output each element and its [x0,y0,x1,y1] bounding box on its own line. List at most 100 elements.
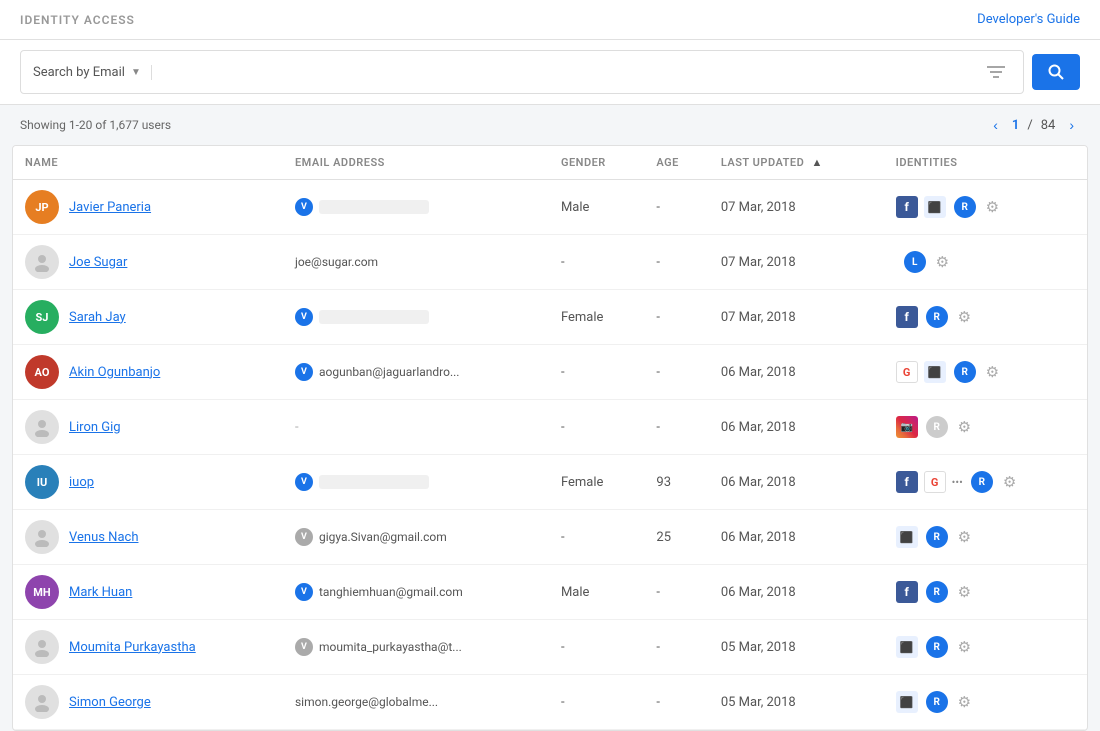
email-cell: - [283,400,549,455]
email-provider-badge: V [295,638,313,656]
role-badge: R [954,196,976,218]
user-icon [32,527,52,547]
role-badge: R [954,361,976,383]
user-name-cell: IU iuop [13,455,283,510]
user-name-link[interactable]: Akin Ogunbanjo [69,365,160,380]
prev-page-button[interactable]: ‹ [987,115,1004,135]
email-text: moumita_purkayastha@t... [319,640,462,654]
age-cell: - [644,180,708,235]
settings-button[interactable]: ⚙ [956,691,973,713]
fb-icon: f [896,581,918,603]
instagram-icon: 📷 [896,416,918,438]
user-name-cell: Simon George [13,675,283,730]
date-cell: 06 Mar, 2018 [709,510,884,565]
date-cell: 05 Mar, 2018 [709,675,884,730]
settings-button[interactable]: ⚙ [956,526,973,548]
user-icon [32,252,52,272]
email-redacted [319,200,429,214]
role-badge: R [926,526,948,548]
identities-cell: G⬛ R ⚙ [884,345,1087,400]
settings-button[interactable]: ⚙ [934,251,951,273]
age-cell: - [644,565,708,620]
table-row: AO Akin Ogunbanjo Vaogunban@jaguarlandro… [13,345,1087,400]
user-icon [32,637,52,657]
age-cell: - [644,620,708,675]
browser-icon: ⬛ [924,196,946,218]
age-cell: - [644,290,708,345]
date-cell: 07 Mar, 2018 [709,235,884,290]
fb-icon: f [896,306,918,328]
settings-button[interactable]: ⚙ [956,636,973,658]
col-email: EMAIL ADDRESS [283,146,549,180]
table-row: JP Javier Paneria V Male - 07 Mar, 2018 … [13,180,1087,235]
col-gender: GENDER [549,146,644,180]
user-name-cell: JP Javier Paneria [13,180,283,235]
user-name-link[interactable]: iuop [69,475,94,490]
user-name-cell: Venus Nach [13,510,283,565]
gender-cell: - [549,235,644,290]
next-page-button[interactable]: › [1063,115,1080,135]
search-type-label: Search by Email [33,65,125,80]
avatar [25,245,59,279]
page-separator: / [1027,118,1032,133]
search-input[interactable] [164,65,973,80]
email-cell: V [283,455,549,510]
email-provider-badge: V [295,363,313,381]
avatar: SJ [25,300,59,334]
identities-cell: f R ⚙ [884,565,1087,620]
user-name-link[interactable]: Joe Sugar [69,255,127,270]
identities-cell: ⬛ R ⚙ [884,620,1087,675]
table-row: Moumita Purkayastha Vmoumita_purkayastha… [13,620,1087,675]
user-name-cell: SJ Sarah Jay [13,290,283,345]
role-badge: R [971,471,993,493]
user-name-link[interactable]: Mark Huan [69,585,132,600]
email-redacted [319,310,429,324]
col-last-updated[interactable]: LAST UPDATED ▲ [709,146,884,180]
pagination: ‹ 1 / 84 › [987,115,1080,135]
filter-button[interactable] [981,59,1011,85]
identities-cell: f ⬛ R ⚙ [884,180,1087,235]
search-button[interactable] [1032,54,1080,90]
browser-icon: ⬛ [896,636,918,658]
settings-button[interactable]: ⚙ [1001,471,1018,493]
gender-cell: - [549,675,644,730]
settings-button[interactable]: ⚙ [956,581,973,603]
identities-cell: fG••• R ⚙ [884,455,1087,510]
gender-cell: - [549,345,644,400]
more-identities-icon: ••• [952,476,963,489]
user-name-link[interactable]: Javier Paneria [69,200,151,215]
settings-button[interactable]: ⚙ [984,361,1001,383]
fb-icon: f [896,196,918,218]
user-name-link[interactable]: Venus Nach [69,530,138,545]
role-badge: R [926,306,948,328]
settings-button[interactable]: ⚙ [984,196,1001,218]
identities-cell: 📷 R ⚙ [884,400,1087,455]
table-header: NAME EMAIL ADDRESS GENDER AGE LAST UPDAT… [13,146,1087,180]
email-cell: simon.george@globalme... [283,675,549,730]
avatar [25,630,59,664]
avatar [25,520,59,554]
search-icon [1048,64,1064,80]
date-cell: 06 Mar, 2018 [709,400,884,455]
avatar [25,685,59,719]
settings-button[interactable]: ⚙ [956,416,973,438]
user-name-link[interactable]: Sarah Jay [69,310,126,325]
dev-guide-link[interactable]: Developer's Guide [977,12,1080,27]
email-dash: - [295,420,299,435]
email-redacted [319,475,429,489]
info-bar: Showing 1-20 of 1,677 users ‹ 1 / 84 › [0,105,1100,145]
showing-text: Showing 1-20 of 1,677 users [20,118,171,132]
gender-cell: - [549,400,644,455]
user-name-link[interactable]: Simon George [69,695,151,710]
search-type-dropdown[interactable]: Search by Email ▼ [33,65,152,80]
settings-button[interactable]: ⚙ [956,306,973,328]
user-name-link[interactable]: Liron Gig [69,420,121,435]
user-name-link[interactable]: Moumita Purkayastha [69,640,196,655]
date-cell: 05 Mar, 2018 [709,620,884,675]
age-cell: - [644,675,708,730]
gender-cell: Male [549,180,644,235]
avatar [25,410,59,444]
email-cell: Vtanghiemhuan@gmail.com [283,565,549,620]
age-cell: - [644,235,708,290]
role-badge: L [904,251,926,273]
